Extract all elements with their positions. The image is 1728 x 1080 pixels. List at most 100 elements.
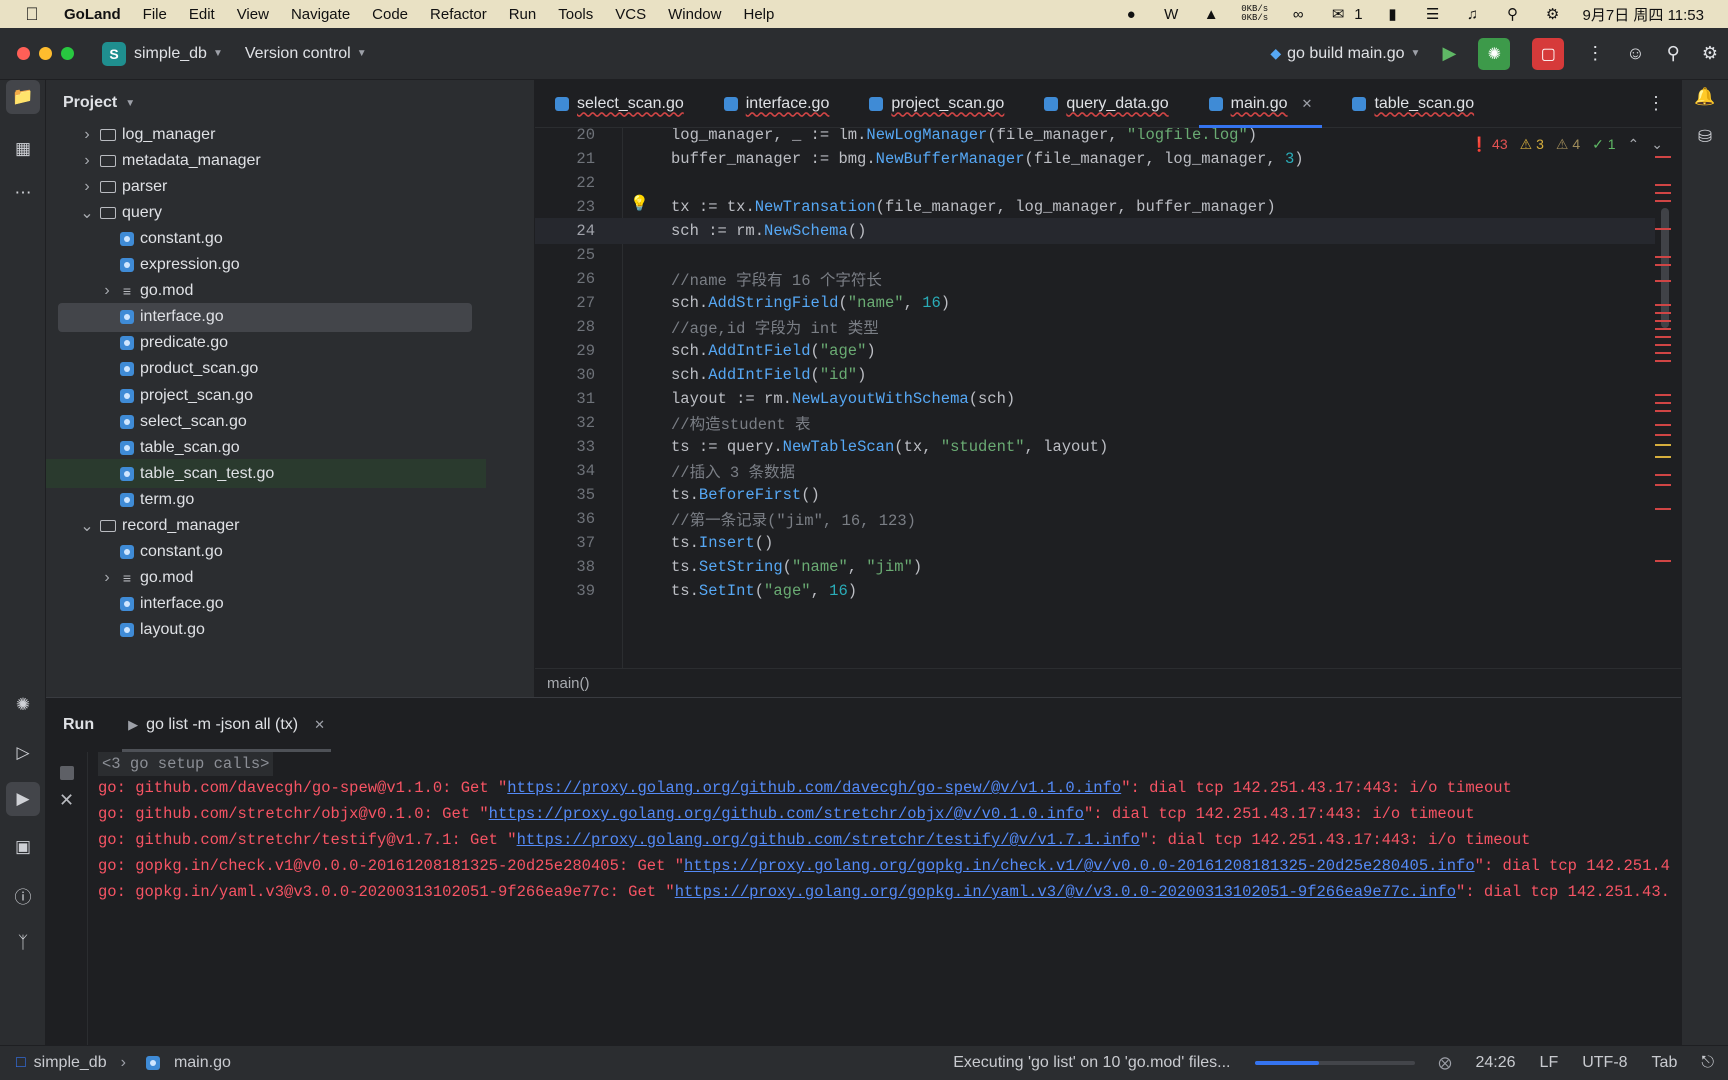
breadcrumb-function[interactable]: main() (547, 675, 590, 692)
code-line[interactable]: 29 sch.AddIntField("age") (535, 338, 1655, 364)
record-icon[interactable]: ● (1121, 5, 1141, 23)
add-user-icon[interactable]: ☺ (1626, 43, 1644, 64)
menu-code[interactable]: Code (372, 6, 408, 23)
stripe-mark[interactable] (1655, 304, 1671, 306)
code-editor[interactable]: 20 log_manager, _ := lm.NewLogManager(fil… (535, 128, 1681, 668)
tree-item[interactable]: › ≡ go.mod (46, 277, 486, 306)
console-link[interactable]: https://proxy.golang.org/gopkg.in/check.… (684, 857, 1475, 875)
lock-icon[interactable]: ⎋ (1701, 1054, 1714, 1072)
tree-item[interactable]: expression.go (46, 251, 486, 280)
menu-view[interactable]: View (237, 6, 269, 23)
debug-button[interactable]: ✺ (1478, 37, 1511, 70)
tree-item[interactable]: table_scan_test.go (46, 459, 486, 489)
stripe-mark[interactable] (1655, 360, 1671, 362)
console-output[interactable]: <3 go setup calls> go: github.com/davecg… (98, 752, 1681, 1046)
code-line[interactable]: 34 //插入 3 条数据 (535, 458, 1655, 484)
stripe-mark[interactable] (1655, 280, 1671, 282)
project-tool-icon[interactable]: 📁 (6, 80, 40, 114)
chevron-up-icon[interactable]: ⌃ (1628, 136, 1640, 153)
menu-app-name[interactable]: GoLand (64, 6, 121, 23)
tree-item[interactable]: constant.go (46, 538, 486, 567)
file-encoding[interactable]: UTF-8 (1582, 1054, 1627, 1072)
chevron-right-icon[interactable]: › (80, 152, 94, 170)
editor-tab[interactable]: select_scan.go (535, 80, 704, 128)
stripe-mark[interactable] (1655, 394, 1671, 396)
zoom-window-button[interactable] (61, 47, 74, 60)
menu-help[interactable]: Help (743, 6, 774, 23)
status-file[interactable]: main.go (174, 1054, 231, 1072)
lightbulb-icon[interactable]: 💡 (630, 194, 649, 213)
wifi-icon[interactable]: ☰ (1423, 5, 1443, 23)
stripe-mark[interactable] (1655, 320, 1671, 322)
code-line[interactable]: 35 ts.BeforeFirst() (535, 482, 1655, 508)
control-center-icon[interactable]: ⚙ (1543, 5, 1563, 23)
code-line[interactable]: 31 layout := rm.NewLayoutWithSchema(sch) (535, 386, 1655, 412)
code-line[interactable]: 39 ts.SetInt("age", 16) (535, 578, 1655, 604)
chevron-down-icon[interactable]: ⌄ (80, 516, 94, 536)
clock[interactable]: 9月7日 周四 11:53 (1583, 4, 1704, 25)
editor-tab[interactable]: interface.go (704, 80, 850, 128)
stripe-mark[interactable] (1655, 192, 1671, 194)
tree-item[interactable]: ⌄ record_manager (46, 512, 486, 541)
search-icon[interactable]: ⚲ (1667, 43, 1680, 64)
wps-icon[interactable]: W (1161, 5, 1181, 23)
tab-actions-icon[interactable]: ⋮ (1647, 93, 1665, 114)
chevron-down-icon[interactable]: ⌄ (80, 203, 94, 223)
editor-breadcrumb[interactable]: main() (535, 668, 1681, 697)
menu-window[interactable]: Window (668, 6, 721, 23)
chevron-right-icon[interactable]: › (100, 569, 114, 587)
code-line[interactable]: 23 tx := tx.NewTransation(file_manager, l… (535, 194, 1655, 220)
indent-setting[interactable]: Tab (1652, 1054, 1678, 1072)
tree-item[interactable]: interface.go (58, 302, 472, 332)
git-tool-icon[interactable]: ᛉ (6, 926, 40, 960)
tree-item[interactable]: › ≡ go.mod (46, 564, 486, 593)
stripe-mark[interactable] (1655, 456, 1671, 458)
tree-item[interactable]: table_scan.go (46, 433, 486, 462)
apple-icon[interactable]:  (22, 4, 42, 24)
tree-item[interactable]: term.go (46, 485, 486, 514)
cat-icon[interactable]: ▲ (1201, 5, 1221, 23)
music-icon[interactable]: ♫ (1463, 5, 1483, 23)
tree-item[interactable]: › log_manager (46, 120, 486, 149)
code-line[interactable]: 38 ts.SetString("name", "jim") (535, 554, 1655, 580)
project-badge[interactable]: S (102, 41, 126, 66)
stripe-mark[interactable] (1655, 312, 1671, 314)
stripe-mark[interactable] (1655, 434, 1671, 436)
tree-item[interactable]: product_scan.go (46, 355, 486, 384)
stripe-mark[interactable] (1655, 410, 1671, 412)
menu-vcs[interactable]: VCS (615, 6, 646, 23)
code-line[interactable]: 22 (535, 170, 1655, 196)
more-tools-icon[interactable]: ⋯ (6, 176, 40, 210)
code-line[interactable]: 36 //第一条记录("jim", 16, 123) (535, 506, 1655, 532)
terminal-tool-icon[interactable]: ▣ (6, 830, 40, 864)
inspection-widget[interactable]: ❗ 43 ⚠ 3 ⚠ 4 ✓ 1 ⌃ ⌄ (1471, 136, 1663, 153)
code-line[interactable]: 37 ts.Insert() (535, 530, 1655, 556)
editor-tab[interactable]: project_scan.go (849, 80, 1024, 128)
services-tool-icon[interactable]: ▷ (6, 736, 40, 770)
status-project[interactable]: simple_db (34, 1054, 107, 1072)
database-icon[interactable]: ⛁ (1688, 120, 1722, 154)
close-icon[interactable]: ✕ (314, 717, 325, 733)
console-link[interactable]: https://proxy.golang.org/gopkg.in/yaml.v… (675, 883, 1456, 901)
stripe-mark[interactable] (1655, 474, 1671, 476)
line-separator[interactable]: LF (1540, 1054, 1559, 1072)
stripe-mark[interactable] (1655, 402, 1671, 404)
stripe-mark[interactable] (1655, 184, 1671, 186)
code-line[interactable]: 32 //构造student 表 (535, 410, 1655, 436)
caret-position[interactable]: 24:26 (1476, 1054, 1516, 1072)
structure-tool-icon[interactable]: ▦ (6, 132, 40, 166)
search-icon[interactable]: ⚲ (1503, 5, 1523, 23)
tree-item[interactable]: interface.go (46, 590, 486, 619)
battery-icon[interactable]: ▮ (1383, 5, 1403, 23)
problems-tool-icon[interactable]: ⓘ (6, 878, 40, 912)
stripe-mark[interactable] (1655, 484, 1671, 486)
run-tool-icon[interactable]: ▶ (6, 782, 40, 816)
close-window-button[interactable] (17, 47, 30, 60)
tree-item[interactable]: layout.go (46, 616, 486, 645)
editor-tab[interactable]: table_scan.go (1332, 80, 1494, 128)
stripe-mark[interactable] (1655, 256, 1671, 258)
stripe-mark[interactable] (1655, 352, 1671, 354)
link-icon[interactable]: ∞ (1288, 5, 1308, 23)
notifications-icon[interactable]: 🔔 (1688, 80, 1722, 114)
stripe-mark[interactable] (1655, 560, 1671, 562)
